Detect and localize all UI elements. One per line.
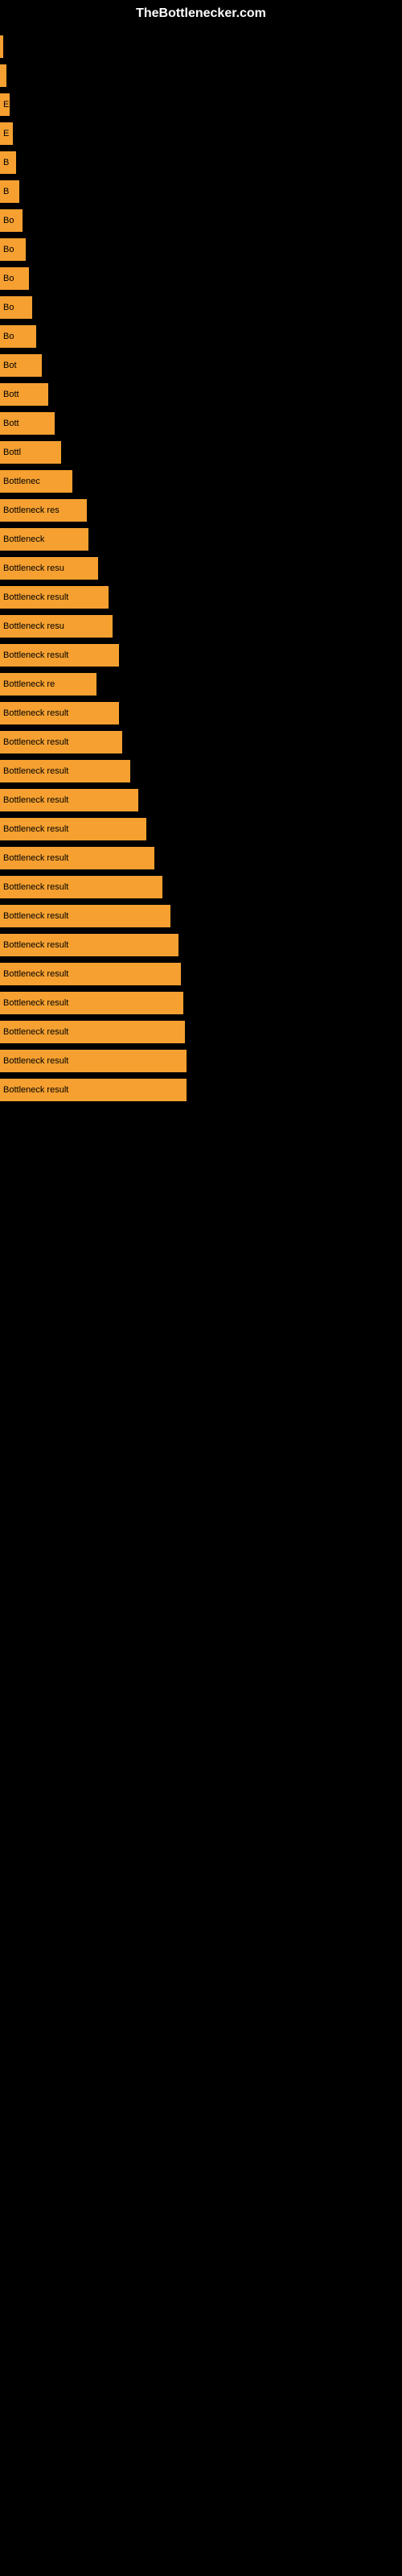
bar-row: Bottleneck resu (0, 612, 402, 641)
bar-item: Bottleneck result (0, 818, 146, 840)
bar-item (0, 64, 6, 87)
bar-row: Bottleneck result (0, 902, 402, 931)
bar-row: Bottleneck result (0, 728, 402, 757)
bar-item: E (0, 93, 10, 116)
bar-item: Bottlenec (0, 470, 72, 493)
bar-item: Bo (0, 238, 26, 261)
bar-row: E (0, 119, 402, 148)
bar-item: Bottleneck res (0, 499, 87, 522)
bar-item: Bottleneck (0, 528, 88, 551)
bar-item: E (0, 122, 13, 145)
bar-row: Bottleneck result (0, 844, 402, 873)
bar-item: Bottleneck result (0, 992, 183, 1014)
bar-item: Bottleneck result (0, 1050, 187, 1072)
bar-row: Bo (0, 264, 402, 293)
bar-item: Bottleneck resu (0, 557, 98, 580)
bar-row: Bottleneck result (0, 786, 402, 815)
bar-item: Bottleneck result (0, 586, 109, 609)
bar-row: Bottleneck res (0, 496, 402, 525)
bar-item: Bo (0, 296, 32, 319)
bar-row: Bottleneck result (0, 641, 402, 670)
bar-item: Bo (0, 267, 29, 290)
bar-row: Bottl (0, 438, 402, 467)
bar-row: E (0, 90, 402, 119)
bar-item: Bottleneck result (0, 847, 154, 869)
bar-row: Bo (0, 293, 402, 322)
bar-item: Bottl (0, 441, 61, 464)
bar-row: Bottleneck result (0, 1046, 402, 1075)
bar-row: B (0, 177, 402, 206)
bar-item: Bottleneck result (0, 1021, 185, 1043)
bar-row: Bottleneck result (0, 960, 402, 989)
bar-item: Bottleneck result (0, 731, 122, 753)
bar-row (0, 32, 402, 61)
bar-row: Bo (0, 235, 402, 264)
bar-item: Bot (0, 354, 42, 377)
bar-item: Bo (0, 209, 23, 232)
bar-item: Bottleneck result (0, 934, 178, 956)
bar-row: Bottleneck result (0, 989, 402, 1018)
bar-row: Bott (0, 380, 402, 409)
bar-row: Bo (0, 322, 402, 351)
bar-item: Bottleneck result (0, 963, 181, 985)
bar-item: Bott (0, 383, 48, 406)
bar-item: Bottleneck resu (0, 615, 113, 638)
bar-row (0, 61, 402, 90)
bar-row: Bottleneck result (0, 583, 402, 612)
bar-item: B (0, 180, 19, 203)
bar-row: Bottleneck result (0, 815, 402, 844)
bar-row: Bottleneck result (0, 699, 402, 728)
bar-item: Bottleneck result (0, 760, 130, 782)
site-title: TheBottlenecker.com (0, 6, 402, 21)
bar-item: Bottleneck result (0, 789, 138, 811)
bar-item: Bottleneck result (0, 905, 170, 927)
bar-item: Bottleneck re (0, 673, 96, 696)
bar-item (0, 35, 3, 58)
bar-row: Bott (0, 409, 402, 438)
bar-item: Bottleneck result (0, 1079, 187, 1101)
bar-item: Bo (0, 325, 36, 348)
bar-row: Bottleneck result (0, 873, 402, 902)
bar-row: Bo (0, 206, 402, 235)
bar-row: Bot (0, 351, 402, 380)
bar-row: Bottleneck (0, 525, 402, 554)
bar-item: Bottleneck result (0, 644, 119, 667)
bar-row: Bottleneck result (0, 1018, 402, 1046)
bar-row: Bottlenec (0, 467, 402, 496)
bar-row: Bottleneck resu (0, 554, 402, 583)
bar-row: Bottleneck result (0, 1075, 402, 1104)
bar-row: Bottleneck result (0, 757, 402, 786)
bar-item: B (0, 151, 16, 174)
bar-row: Bottleneck re (0, 670, 402, 699)
bar-item: Bottleneck result (0, 702, 119, 724)
bar-row: Bottleneck result (0, 931, 402, 960)
bars-container: EEBBBoBoBoBoBoBotBottBottBottlBottlenecB… (0, 32, 402, 1104)
bar-row: B (0, 148, 402, 177)
bar-item: Bottleneck result (0, 876, 162, 898)
bar-item: Bott (0, 412, 55, 435)
